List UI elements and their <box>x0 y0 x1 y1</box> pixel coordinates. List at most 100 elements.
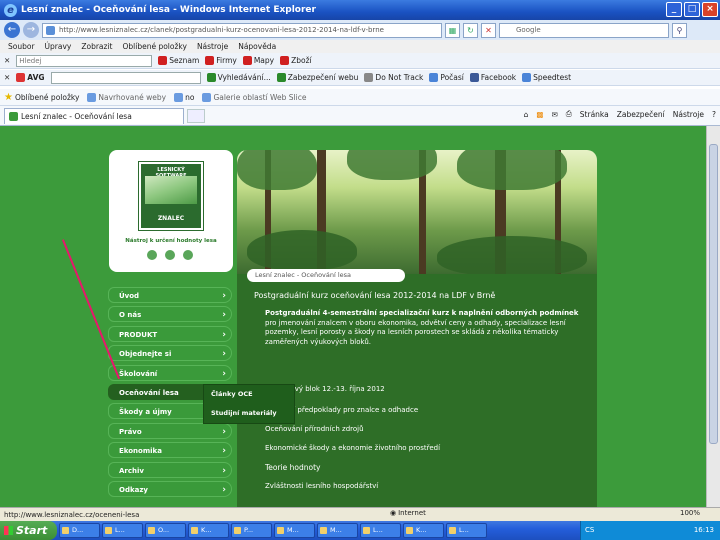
mail-icon[interactable]: ✉ <box>552 110 558 119</box>
nav-item-objednejte-si[interactable]: Objednejte si <box>108 345 232 362</box>
start-button[interactable]: Start <box>0 521 57 540</box>
nav-item-skolovani[interactable]: Školování <box>108 364 232 382</box>
topic-item: Ekonomické škody a ekonomie životního pr… <box>265 444 441 452</box>
nav-item-archiv[interactable]: Archiv <box>108 461 232 479</box>
feeds-icon[interactable]: ▩ <box>536 110 543 119</box>
zbozi-link[interactable]: Zboží <box>280 56 312 65</box>
breadcrumb: Lesní znalec - Oceňování lesa <box>247 269 405 282</box>
favorites-button[interactable]: ★ Oblíbené položky <box>4 92 79 103</box>
menu-napoveda[interactable]: Nápověda <box>238 42 276 51</box>
close-button[interactable]: × <box>702 2 718 17</box>
command-nastroje[interactable]: Nástroje <box>673 110 704 119</box>
minimize-button[interactable]: _ <box>666 2 682 17</box>
seznam-search-input[interactable]: Hledej <box>16 54 153 67</box>
new-tab-button[interactable] <box>187 108 205 123</box>
taskbar-item[interactable]: L... <box>446 523 487 538</box>
taskbar-item[interactable]: O... <box>145 523 186 538</box>
taskbar-item[interactable]: L... <box>360 523 401 538</box>
nav-item-produkt[interactable]: PRODUKT <box>108 325 232 343</box>
submenu-clanky-oce[interactable]: Články OCE <box>204 385 294 404</box>
site-logo-card: LESNICKÝ SOFTWARE ZNALEC Nástroj k určen… <box>109 150 233 272</box>
command-zabezpeceni[interactable]: Zabezpečení <box>617 110 665 119</box>
taskbar-item[interactable]: K... <box>188 523 229 538</box>
avg-toolbar: ✕ AVG Vyhledávání... Zabezpečení webu Do… <box>0 70 720 86</box>
close-toolbar-icon[interactable]: ✕ <box>4 73 10 82</box>
window-title-bar: e Lesní znalec - Oceňování lesa - Window… <box>0 0 720 20</box>
nav-item-uvod[interactable]: Úvod <box>108 287 232 304</box>
nav-item-pravo[interactable]: Právo <box>108 422 232 440</box>
facebook-button[interactable]: Facebook <box>469 73 516 82</box>
windows-taskbar: Start D... L... O... K... P... M... M...… <box>0 521 720 540</box>
menu-soubor[interactable]: Soubor <box>8 42 35 51</box>
refresh-icon[interactable]: ↻ <box>463 22 478 38</box>
taskbar-item[interactable]: L... <box>102 523 143 538</box>
system-tray: CS 16:13 <box>580 521 720 540</box>
menu-bar: Soubor Úpravy Zobrazit Oblíbené položky … <box>0 40 720 53</box>
pocasi-button[interactable]: Počasí <box>429 73 464 82</box>
submenu-ocenovani-lesa: Články OCE Studijní materiály <box>203 384 295 424</box>
mail-icon[interactable] <box>183 250 193 260</box>
clock[interactable]: 16:13 <box>694 526 714 534</box>
logo-tagline: Nástroj k určení hodnoty lesa <box>125 238 217 244</box>
nav-item-o-nas[interactable]: O nás <box>108 306 232 323</box>
search-icon[interactable] <box>165 250 175 260</box>
zoom-level[interactable]: 100% <box>680 509 700 517</box>
home-icon[interactable]: ⌂ <box>524 110 529 119</box>
tab-lesni-znalec[interactable]: Lesní znalec - Oceňování lesa <box>4 107 184 124</box>
avg-button[interactable]: AVG <box>16 73 45 82</box>
menu-zobrazit[interactable]: Zobrazit <box>81 42 112 51</box>
topic-item: Teorie hodnoty <box>265 463 321 472</box>
print-icon[interactable]: ⎙ <box>566 109 572 119</box>
favorites-bar: ★ Oblíbené položky Navrhované weby no Gal… <box>0 89 720 106</box>
back-button[interactable]: ← <box>4 22 20 38</box>
fav-web-slice-gallery[interactable]: Galerie oblastí Web Slice <box>202 92 306 102</box>
article-lead: Postgraduální 4-semestrální specializačn… <box>265 309 579 346</box>
address-toolbar: ← → http://www.lesniznalec.cz/clanek/pos… <box>0 20 720 40</box>
topic-item: Zvláštnosti lesního hospodářství <box>265 482 379 490</box>
firmy-link[interactable]: Firmy <box>205 56 237 65</box>
zabezpeceni-webu-button[interactable]: Zabezpečení webu <box>276 73 358 82</box>
taskbar-item[interactable]: K... <box>403 523 444 538</box>
forward-button[interactable]: → <box>23 22 39 38</box>
language-indicator[interactable]: CS <box>581 521 594 540</box>
nav-item-odkazy[interactable]: Odkazy <box>108 480 232 498</box>
mapy-link[interactable]: Mapy <box>242 56 274 65</box>
taskbar-item[interactable]: M... <box>317 523 358 538</box>
globe-icon: ◉ <box>390 509 397 517</box>
taskbar-item[interactable]: P... <box>231 523 272 538</box>
vertical-scrollbar[interactable] <box>706 126 720 507</box>
site-favicon-icon <box>9 111 18 121</box>
home-icon[interactable] <box>147 250 157 260</box>
help-icon[interactable]: ? <box>712 110 716 119</box>
forest-banner-image <box>237 150 597 274</box>
tab-bar: Lesní znalec - Oceňování lesa ⌂ ▩ ✉ ⎙ St… <box>0 106 720 126</box>
avg-search-input[interactable] <box>50 71 201 84</box>
search-icon[interactable]: ⚲ <box>672 22 687 38</box>
address-input[interactable]: http://www.lesniznalec.cz/clanek/postgra… <box>42 22 442 38</box>
topic-item: Oceňování přírodních zdrojů <box>265 425 364 433</box>
close-toolbar-icon[interactable]: ✕ <box>4 56 10 65</box>
do-not-track-button[interactable]: Do Not Track <box>364 73 423 82</box>
vyhledavani-button[interactable]: Vyhledávání... <box>206 73 271 82</box>
seznam-link[interactable]: Seznam <box>158 56 199 65</box>
command-stranka[interactable]: Stránka <box>580 110 609 119</box>
security-zone: ◉ Internet <box>390 509 426 517</box>
compat-view-icon[interactable]: ▦ <box>445 22 460 38</box>
article-title: Postgraduální kurz oceňování lesa 2012-2… <box>254 291 496 300</box>
fav-suggested-sites[interactable]: Navrhované weby <box>87 92 166 102</box>
taskbar-item[interactable]: D... <box>59 523 100 538</box>
speedtest-button[interactable]: Speedtest <box>522 73 571 82</box>
site-logo[interactable]: LESNICKÝ SOFTWARE ZNALEC <box>138 161 204 231</box>
submenu-studijni-materialy[interactable]: Studijní materiály <box>204 404 294 423</box>
menu-upravy[interactable]: Úpravy <box>45 42 72 51</box>
fav-no[interactable]: no <box>174 92 194 102</box>
search-input[interactable]: Google <box>499 22 669 38</box>
menu-oblibene[interactable]: Oblíbené položky <box>123 42 187 51</box>
nav-item-ekonomika[interactable]: Ekonomika <box>108 442 232 459</box>
stop-icon[interactable]: ✕ <box>481 22 496 38</box>
taskbar-item[interactable]: M... <box>274 523 315 538</box>
ie-logo-icon: e <box>4 3 17 17</box>
maximize-button[interactable]: □ <box>684 2 700 17</box>
scrollbar-thumb[interactable] <box>709 144 718 444</box>
menu-nastroje[interactable]: Nástroje <box>197 42 228 51</box>
